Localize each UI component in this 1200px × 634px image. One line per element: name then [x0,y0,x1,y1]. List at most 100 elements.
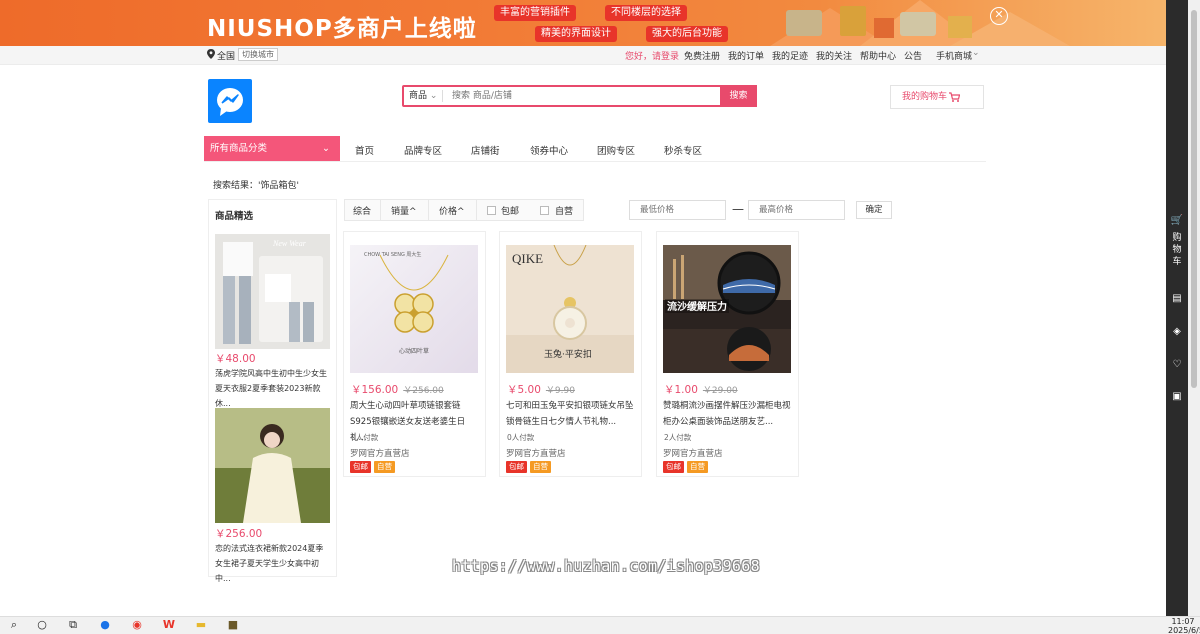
messenger-logo-icon[interactable] [208,79,252,123]
free-shipping-checkbox[interactable] [487,206,496,215]
product-name[interactable]: 赞璐桐流沙画摆件解压沙漏柜电视柜办公桌面装饰品送朋友艺... [663,398,793,430]
product-image[interactable]: New Wear [215,234,330,349]
sort-sales[interactable]: 销量^ [391,204,417,217]
sold-count: 0人付款 [507,433,535,442]
search-button[interactable]: 搜索 [720,85,757,107]
shop-name[interactable]: 罗网官方直营店 [350,447,410,459]
my-orders-link[interactable]: 我的订单 [728,49,764,62]
product-name[interactable]: 七可和田玉兔平安扣银项链女吊坠锁骨链生日七夕情人节礼物... [506,398,636,430]
search-type-select[interactable]: 商品 ⌄ [404,87,437,105]
app-icon[interactable]: ■ [226,619,240,631]
heart-icon[interactable]: ♡ [1170,358,1184,372]
all-categories-label: 所有商品分类 [210,143,268,154]
right-cart-label[interactable]: 购物车 [1172,232,1182,268]
shop-name[interactable]: 罗网官方直营店 [506,447,566,459]
svg-text:New Wear: New Wear [272,239,307,248]
chevron-down-icon: ⌄ [322,143,330,154]
sold-count: 0人付款 [351,433,379,442]
product-image[interactable]: 流沙缓解压力 [663,245,791,373]
help-center-link[interactable]: 帮助中心 [860,49,896,62]
chevron-up-icon: ^ [457,207,465,217]
divider [380,200,381,220]
product-price: ￥1.00 ￥29.00 [664,382,738,397]
search-input[interactable] [446,87,718,105]
nav-flash-sale[interactable]: 秒杀专区 [664,143,702,157]
cart-label: 我的购物车 [902,92,948,102]
right-toolbar [1166,0,1188,616]
nav-shops[interactable]: 店铺街 [471,143,500,157]
watermark-text: https://www.huzhan.com/ishop39668 [452,557,760,575]
product-name[interactable]: 恋的法式连衣裙新款2024夏季女生裙子夏天学生少女高中初中... [215,541,330,586]
self-operated-tag: 自营 [530,461,551,473]
sale-price: ￥156.00 [351,384,399,396]
login-link[interactable]: 您好，请登录 [625,49,679,62]
nav-divider [204,161,986,162]
banner-pill: 强大的后台功能 [646,26,728,42]
scrollbar-thumb[interactable] [1191,10,1197,388]
price-confirm-button[interactable]: 确定 [856,201,892,219]
divider [476,200,477,220]
banner-pill: 精美的界面设计 [535,26,617,42]
region-label: 全国 [217,52,236,62]
document-icon[interactable]: ▤ [1170,292,1184,306]
notice-link[interactable]: 公告 [904,49,922,62]
image-caption: 流沙缓解压力 [667,300,727,313]
free-shipping-tag: 包邮 [350,461,371,473]
product-image[interactable]: CHOW TAI SENG 周大生 心动四叶草 [350,245,478,373]
search-type-label: 商品 [409,91,428,101]
clock-time: 11:07 [1171,617,1195,626]
nav-brands[interactable]: 品牌专区 [404,143,442,157]
self-operated-checkbox[interactable] [540,206,549,215]
product-image[interactable]: QIKE 玉兔·平安扣 [506,245,634,373]
divider [428,200,429,220]
my-follows-link[interactable]: 我的关注 [816,49,852,62]
sort-price-label: 价格 [439,207,458,217]
mobile-mall-link[interactable]: 手机商城 [936,49,972,62]
cart-button[interactable]: 我的购物车 [890,85,984,109]
clock[interactable]: 11:07 2025/6/5 [1168,617,1200,634]
shop-name[interactable]: 罗网官方直营店 [663,447,723,459]
cart-icon[interactable]: 🛒 [1170,214,1184,228]
map-pin-icon [207,49,215,59]
product-price: ￥256.00 [215,528,263,540]
banner-title: NIUSHOP多商户上线啦 [207,16,477,42]
search-icon[interactable]: ⌕ [7,619,21,631]
nav-coupons[interactable]: 领券中心 [530,143,568,157]
coupon-icon[interactable]: ▣ [1170,390,1184,404]
switch-city-button[interactable]: 切换城市 [238,48,278,61]
edge-icon[interactable]: ● [98,619,112,631]
chrome-icon[interactable]: ◉ [130,619,144,631]
image-caption: 玉兔·平安扣 [544,348,592,360]
product-price: ￥156.00 ￥256.00 [351,382,444,397]
cortana-icon[interactable]: ○ [35,619,49,631]
divider [442,90,443,102]
my-footprint-link[interactable]: 我的足迹 [772,49,808,62]
folder-icon[interactable]: ▬ [194,619,208,631]
sold-count: 2人付款 [664,433,692,442]
self-operated-label: 自营 [555,207,574,217]
wps-icon[interactable]: W [162,619,176,631]
max-price-input[interactable] [748,200,845,220]
register-link[interactable]: 免费注册 [684,49,720,62]
product-image[interactable] [215,408,330,523]
task-view-icon[interactable]: ⧉ [66,619,80,631]
min-price-input[interactable] [629,200,726,220]
image-caption: 心动四叶草 [399,347,429,355]
search-result-text: 搜索结果：'饰品箱包' [213,181,299,191]
product-name[interactable]: 荡虎学院风高中生初中生少女生夏天衣服2夏季套装2023新款休... [215,366,330,411]
promo-banner[interactable]: NIUSHOP多商户上线啦 丰富的营销插件 不同楼层的选择 精美的界面设计 强大… [0,0,1166,46]
close-icon[interactable]: ✕ [990,7,1008,25]
chevron-down-icon: ⌄ [429,91,438,101]
original-price: ￥256.00 [403,386,444,396]
tag-icon[interactable]: ◈ [1170,325,1184,339]
nav-home[interactable]: 首页 [355,143,374,157]
nav-group-buy[interactable]: 团购专区 [597,143,635,157]
banner-pill: 丰富的营销插件 [494,5,576,21]
free-shipping-tag: 包邮 [506,461,527,473]
all-categories-menu[interactable]: 所有商品分类 ⌄ [204,136,340,161]
sort-default[interactable]: 综合 [353,204,371,217]
clock-date: 2025/6/5 [1168,626,1200,634]
sort-sales-label: 销量 [391,207,410,217]
sort-price[interactable]: 价格^ [439,204,465,217]
top-bar [0,46,1166,65]
